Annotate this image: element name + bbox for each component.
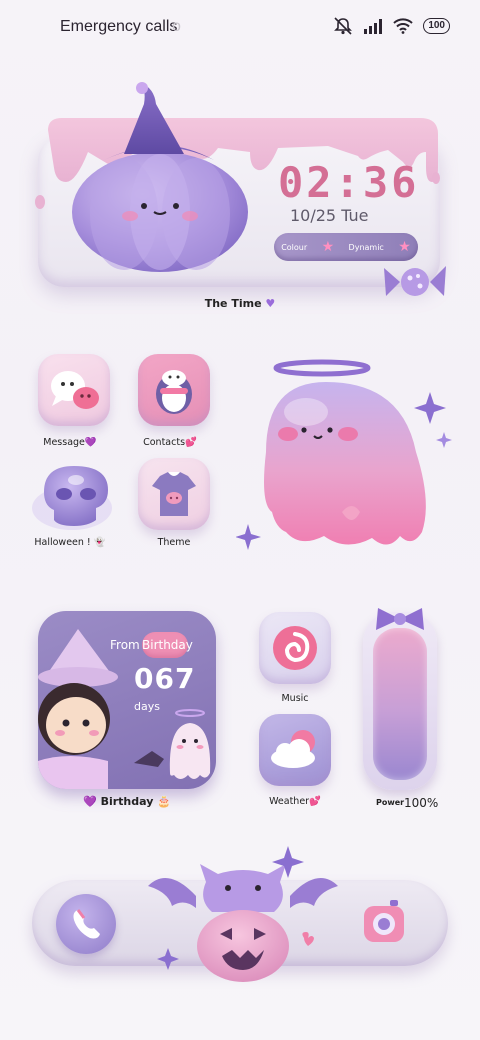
clock-time: 02:36 <box>278 158 420 207</box>
contacts-app-label: Contacts💕 <box>120 437 220 448</box>
battery-icon: 100 <box>423 18 450 34</box>
halloween-app-icon[interactable] <box>30 458 114 536</box>
status-icons: 100 <box>333 17 450 35</box>
sun-cloud-icon <box>271 730 315 768</box>
phone-icon <box>73 909 100 939</box>
birthday-widget-label: 💜 Birthday 🎂 <box>38 795 216 808</box>
purple-heart-icon: 💜 <box>83 795 97 808</box>
birthday-days-unit: days <box>134 700 160 713</box>
cake-icon: 🎂 <box>157 795 171 808</box>
signal-icon <box>364 19 383 34</box>
music-app-icon[interactable] <box>259 612 331 684</box>
ghost-angel-icon <box>236 359 452 550</box>
birthday-from-text: From <box>110 638 140 652</box>
camera-app-icon[interactable] <box>360 894 408 948</box>
halloween-label-suffix: 👻 <box>93 537 106 548</box>
dynamic-chip: Dynamic <box>348 242 384 252</box>
wifi-icon <box>393 18 414 34</box>
status-carrier-text: Emergency calls <box>60 18 178 35</box>
star-icon: ★ <box>398 239 411 255</box>
birthday-pill: Birthday <box>142 632 193 658</box>
purple-heart-icon: ♥ <box>265 297 276 310</box>
chat-bubbles-icon <box>51 371 99 409</box>
message-app-icon[interactable] <box>38 354 110 426</box>
halloween-label-text: Halloween ! <box>34 537 94 548</box>
star-icon: ★ <box>321 239 335 255</box>
little-ghost-icon <box>134 709 211 779</box>
music-app-label: Music <box>281 693 309 704</box>
theme-app-label: Theme <box>157 537 191 548</box>
power-level-fill <box>373 628 427 780</box>
phone-app-icon[interactable] <box>56 894 116 954</box>
clock-date: 10/25 Tue <box>290 206 369 225</box>
theme-app-icon[interactable] <box>138 458 210 530</box>
bat-pumpkin-icon <box>148 846 338 982</box>
halloween-app-label: Halloween ! 👻 <box>20 537 120 548</box>
weather-label-suffix: 💕 <box>309 796 321 807</box>
message-label-suffix: 💜 <box>84 437 97 448</box>
bow-icon <box>376 608 424 630</box>
colour-chip: Colour <box>281 242 308 252</box>
colour-dynamic-pill[interactable]: Colour ★ Dynamic ★ <box>274 233 418 261</box>
status-carrier-overflow: o <box>172 18 181 35</box>
message-app-label: Message💜 <box>20 437 120 448</box>
contacts-label-text: Contacts <box>143 437 186 448</box>
camera-icon <box>364 900 404 942</box>
birthday-days-count: 067 <box>134 662 196 695</box>
mute-bell-icon <box>334 17 353 35</box>
weather-app-label: Weather💕 <box>245 796 345 807</box>
clock-widget-label: The Time ♥ <box>0 297 480 310</box>
power-value: 100% <box>404 796 439 810</box>
weather-label-text: Weather <box>269 796 310 807</box>
contacts-app-icon[interactable] <box>138 354 210 426</box>
clock-widget-label-text: The Time <box>204 297 262 310</box>
pumpkin-witch-icon <box>72 82 248 272</box>
tshirt-icon <box>152 472 196 516</box>
birthday-label-text: Birthday <box>100 795 154 808</box>
swirl-candy-icon <box>273 626 317 670</box>
power-label: Power <box>376 798 405 807</box>
contacts-label-suffix: 💕 <box>185 437 197 448</box>
message-label-text: Message <box>43 437 85 448</box>
penguin-icon <box>156 370 192 414</box>
weather-app-icon[interactable] <box>259 714 331 786</box>
